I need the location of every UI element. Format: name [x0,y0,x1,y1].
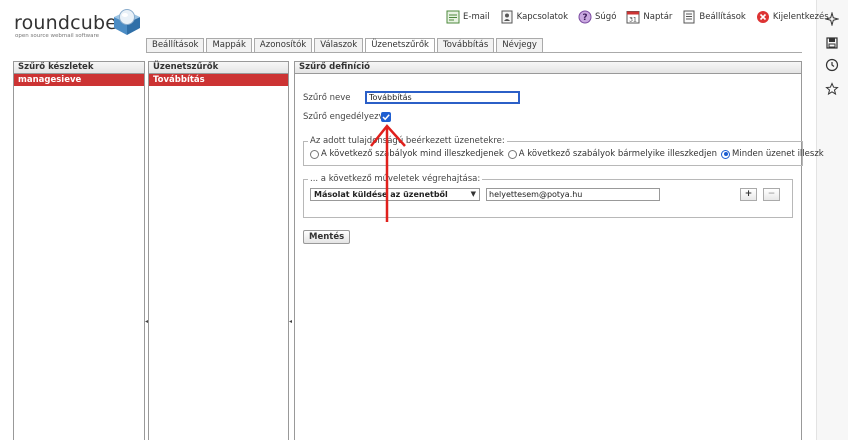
mail-label: E-mail [463,12,490,22]
save-button[interactable]: Mentés [303,230,351,244]
tab-folders[interactable]: Mappák [206,38,252,52]
contacts-icon [501,10,513,24]
tab-forwarding[interactable]: Továbbítás [436,38,495,52]
tab-about[interactable]: Névjegy [496,38,543,52]
filter-enabled-checkbox[interactable] [381,112,391,122]
svg-text:?: ? [582,13,587,23]
help-button[interactable]: ? Súgó [578,8,616,26]
chevron-down-icon: ▼ [470,190,476,198]
actions-fieldset: ... a következő műveletek végrehajtása: … [303,174,793,218]
tab-filters[interactable]: Üzenetszűrők [365,38,435,53]
logout-button[interactable]: Kijelentkezés [756,8,829,26]
settings-label: Beállítások [699,12,746,22]
filters-panel: Üzenetszűrők Továbbítás [148,61,289,440]
add-action-button[interactable]: + [740,188,757,201]
filter-set-item[interactable]: managesieve [14,74,144,86]
rule-all-label: A következő szabályok mind illeszkedjene… [321,149,504,159]
rules-legend: Az adott tulajdonságú beérkezett üzenete… [310,136,505,146]
filter-name-input[interactable]: Továbbítás [365,91,520,104]
rule-any-label: A következő szabályok bármelyike illeszk… [518,149,718,159]
filter-definition-header: Szűrő definíció [295,62,801,74]
mail-button[interactable]: E-mail [446,8,490,26]
settings-button[interactable]: Beállítások [682,8,746,26]
history-icon[interactable] [825,58,839,72]
filter-enabled-label: Szűrő engedélyezve [303,112,389,122]
roundcube-cube-icon [114,9,140,35]
svg-text:31: 31 [630,17,638,24]
calendar-icon: 31 [626,11,640,24]
tab-responses[interactable]: Válaszok [314,38,364,52]
filter-list-item[interactable]: Továbbítás [149,74,288,86]
settings-tabs: Beállítások Mappák Azonosítók Válaszok Ü… [146,38,545,53]
logout-icon [756,11,769,23]
tab-identities[interactable]: Azonosítók [253,38,313,52]
filter-name-label: Szűrő neve [303,93,351,103]
logout-label: Kijelentkezés [772,12,829,22]
radio-all[interactable] [310,149,319,159]
rule-all-option[interactable]: A következő szabályok mind illeszkedjene… [310,149,504,159]
help-label: Súgó [595,12,617,22]
filter-definition-panel: Szűrő definíció Szűrő neve Továbbítás Sz… [294,61,824,440]
help-icon: ? [578,10,592,24]
filter-sets-panel: Szűrő készletek managesieve [13,61,145,440]
remove-action-button[interactable]: − [763,188,780,201]
action-type-value: Másolat küldése az üzenetből [314,190,448,199]
action-type-select[interactable]: Másolat küldése az üzenetből ▼ [310,188,480,201]
filter-sets-header: Szűrő készletek [14,62,144,74]
splitter-handle[interactable]: ◂ [289,318,292,325]
actions-legend: ... a következő műveletek végrehajtása: [310,174,481,184]
rules-fieldset: Az adott tulajdonságú beérkezett üzenete… [303,136,824,166]
tabs-baseline [146,52,802,53]
tab-settings[interactable]: Beállítások [146,38,205,52]
star-icon[interactable] [825,82,839,96]
rule-any-option[interactable]: A következő szabályok bármelyike illeszk… [507,149,718,159]
rule-every-message-option[interactable]: Minden üzenet illeszk [721,149,824,159]
calendar-label: Naptár [643,12,673,22]
logo-tagline: open source webmail software [15,33,100,39]
mail-icon [446,10,460,24]
rule-every-message-label: Minden üzenet illeszk [732,149,824,159]
settings-icon [683,10,695,24]
action-target-input[interactable]: helyettesem@potya.hu [486,188,660,201]
checkmark-icon [382,114,390,121]
browser-sidebar [816,0,848,440]
filters-header: Üzenetszűrők [149,62,288,74]
top-toolbar: E-mail Kapcsolatok ? Súgó 31 Naptár Beál… [446,8,839,26]
rule-mode-options: A következő szabályok mind illeszkedjene… [310,149,828,159]
roundcube-logo: roundcube open source webmail software [14,8,140,42]
contacts-button[interactable]: Kapcsolatok [500,8,568,26]
save-page-icon[interactable] [825,36,839,50]
radio-any[interactable] [507,149,517,159]
contacts-label: Kapcsolatok [516,12,569,22]
calendar-button[interactable]: 31 Naptár [626,8,672,26]
radio-every-message[interactable] [721,149,731,159]
logo-wordmark: roundcube [14,12,118,34]
